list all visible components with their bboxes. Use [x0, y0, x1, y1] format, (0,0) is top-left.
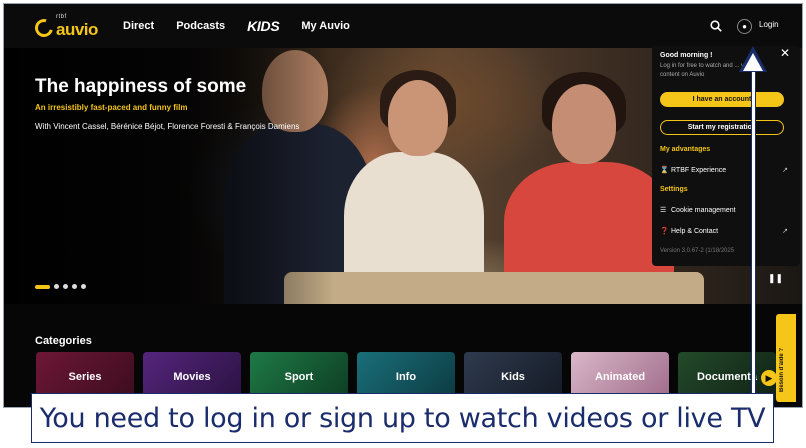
carousel-dot[interactable] — [81, 284, 86, 289]
caption-text: You need to log in or sign up to watch v… — [39, 402, 766, 434]
cookie-management-label: Cookie management — [671, 206, 736, 214]
auvio-app: rtbf auvio Direct Podcasts KIDS My Auvio… — [3, 3, 803, 408]
login-link[interactable]: Login — [759, 20, 779, 29]
dropdown-greeting: Good morning ! — [660, 52, 713, 59]
pause-icon[interactable]: ❚❚ — [768, 273, 783, 284]
help-tab-label: Besoin d'aide ? — [779, 347, 785, 392]
search-icon[interactable] — [710, 20, 722, 32]
hero-image-table — [284, 272, 704, 304]
nav-kids[interactable]: KIDS — [247, 18, 280, 34]
help-contact-link[interactable]: ❓ Help & Contact ↗ — [660, 225, 788, 237]
carousel-dot[interactable] — [72, 284, 77, 289]
caption-banner: You need to log in or sign up to watch v… — [31, 393, 774, 443]
annotation-arrow — [751, 66, 756, 400]
sliders-icon: ☰ — [660, 207, 667, 214]
help-contact-label: Help & Contact — [671, 227, 719, 235]
question-icon: ❓ — [660, 228, 669, 235]
screenshot-frame: rtbf auvio Direct Podcasts KIDS My Auvio… — [0, 0, 806, 448]
hero-subtitle: An irresistibly fast-paced and funny fil… — [35, 103, 188, 112]
register-button[interactable]: Start my registration — [660, 120, 784, 135]
external-link-icon: ↗ — [782, 228, 788, 235]
auvio-logo[interactable]: rtbf auvio — [31, 13, 101, 41]
nav-my-auvio[interactable]: My Auvio — [301, 20, 350, 32]
hero-title: The happiness of some — [35, 76, 247, 97]
nav-direct[interactable]: Direct — [123, 20, 154, 32]
app-version: Version 3.0.67-2 (1/18/2025 — [660, 248, 735, 254]
main-nav: Direct Podcasts KIDS My Auvio — [123, 4, 372, 48]
carousel-dot[interactable] — [54, 284, 59, 289]
carousel-dot[interactable] — [63, 284, 68, 289]
hourglass-icon: ⌛ — [660, 167, 669, 174]
top-header: rtbf auvio Direct Podcasts KIDS My Auvio… — [4, 4, 802, 48]
logo-brand-main: auvio — [56, 20, 98, 39]
logo-icon — [31, 15, 57, 41]
chevron-right-icon[interactable]: ▶ — [761, 370, 777, 386]
close-icon[interactable]: ✕ — [780, 46, 790, 60]
external-link-icon: ↗ — [782, 167, 788, 174]
rtbf-experience-link[interactable]: ⌛ RTBF Experience ↗ — [660, 164, 788, 176]
hero-image-figure — [388, 80, 448, 156]
hero-image-figure — [552, 84, 616, 164]
advantages-heading: My advantages — [660, 146, 711, 153]
categories-title: Categories — [35, 335, 92, 347]
user-icon[interactable]: ● — [737, 19, 752, 34]
nav-podcasts[interactable]: Podcasts — [176, 20, 225, 32]
have-account-button[interactable]: I have an account — [660, 92, 784, 107]
rtbf-experience-label: RTBF Experience — [671, 166, 727, 174]
annotation-arrow-head — [743, 53, 763, 71]
hero-cast: With Vincent Cassel, Bérénice Béjot, Flo… — [35, 122, 300, 131]
settings-heading: Settings — [660, 186, 688, 193]
carousel-dots — [35, 284, 86, 289]
account-dropdown: Good morning ! Log in for free to watch … — [652, 46, 800, 266]
carousel-dot[interactable] — [35, 284, 50, 289]
cookie-management-link[interactable]: ☰ Cookie management — [660, 204, 788, 216]
